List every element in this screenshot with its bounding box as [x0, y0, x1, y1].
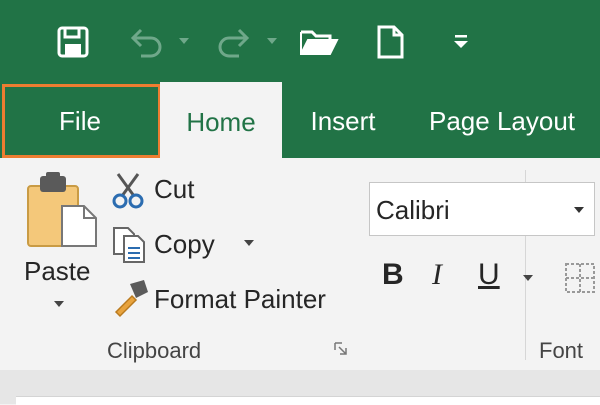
italic-button[interactable]: I: [432, 258, 442, 292]
borders-icon[interactable]: [562, 260, 598, 296]
tab-insert-label: Insert: [310, 105, 376, 136]
save-icon: [57, 26, 89, 58]
customize-qat-button[interactable]: [446, 20, 476, 64]
tab-page-layout[interactable]: Page Layout: [415, 84, 600, 158]
chevron-down-icon: [179, 38, 189, 44]
chevron-down-icon: [244, 240, 254, 246]
open-folder-icon: [300, 30, 339, 55]
paste-icon: [27, 172, 97, 247]
customize-qat-icon: [454, 35, 468, 48]
cut-button[interactable]: Cut: [108, 170, 208, 210]
new-document-button[interactable]: [368, 20, 412, 64]
tab-file-label: File: [59, 105, 101, 136]
redo-dropdown[interactable]: [264, 20, 280, 64]
copy-button[interactable]: Copy: [108, 224, 258, 266]
paste-button[interactable]: Paste: [18, 168, 104, 318]
scissors-icon: [112, 173, 144, 209]
clipboard-group-label: Clipboard: [107, 338, 202, 363]
format-painter-icon: [114, 280, 148, 318]
undo-dropdown[interactable]: [176, 20, 192, 64]
format-painter-button[interactable]: Format Painter: [108, 278, 348, 320]
format-painter-label: Format Painter: [154, 284, 326, 314]
font-group-label: Font: [539, 338, 584, 363]
tab-page-layout-label: Page Layout: [429, 105, 576, 136]
cut-label: Cut: [154, 174, 195, 204]
tab-home-label: Home: [186, 106, 256, 137]
chevron-down-icon: [267, 38, 277, 44]
tab-insert[interactable]: Insert: [290, 84, 396, 158]
redo-button[interactable]: [208, 20, 258, 64]
font-name-combobox[interactable]: Calibri: [369, 182, 595, 236]
underline-button[interactable]: U: [478, 258, 500, 292]
undo-icon: [130, 28, 162, 58]
redo-icon: [218, 28, 250, 58]
tab-home[interactable]: Home: [160, 82, 282, 162]
font-name-value: Calibri: [376, 195, 450, 225]
copy-icon: [113, 227, 145, 263]
formula-bar-area: [0, 370, 600, 405]
new-document-icon: [377, 25, 404, 59]
paste-label: Paste: [24, 256, 91, 286]
clipboard-dialog-launcher[interactable]: [334, 342, 348, 356]
chevron-down-icon[interactable]: [523, 275, 533, 283]
dialog-launcher-icon: [334, 342, 347, 355]
copy-label: Copy: [154, 229, 215, 259]
open-button[interactable]: [294, 20, 344, 64]
chevron-down-icon[interactable]: [574, 207, 584, 213]
chevron-down-icon: [54, 301, 64, 307]
bold-button[interactable]: B: [382, 258, 404, 292]
undo-button[interactable]: [122, 20, 172, 64]
save-button[interactable]: [50, 20, 96, 64]
tab-file[interactable]: File: [0, 84, 160, 158]
